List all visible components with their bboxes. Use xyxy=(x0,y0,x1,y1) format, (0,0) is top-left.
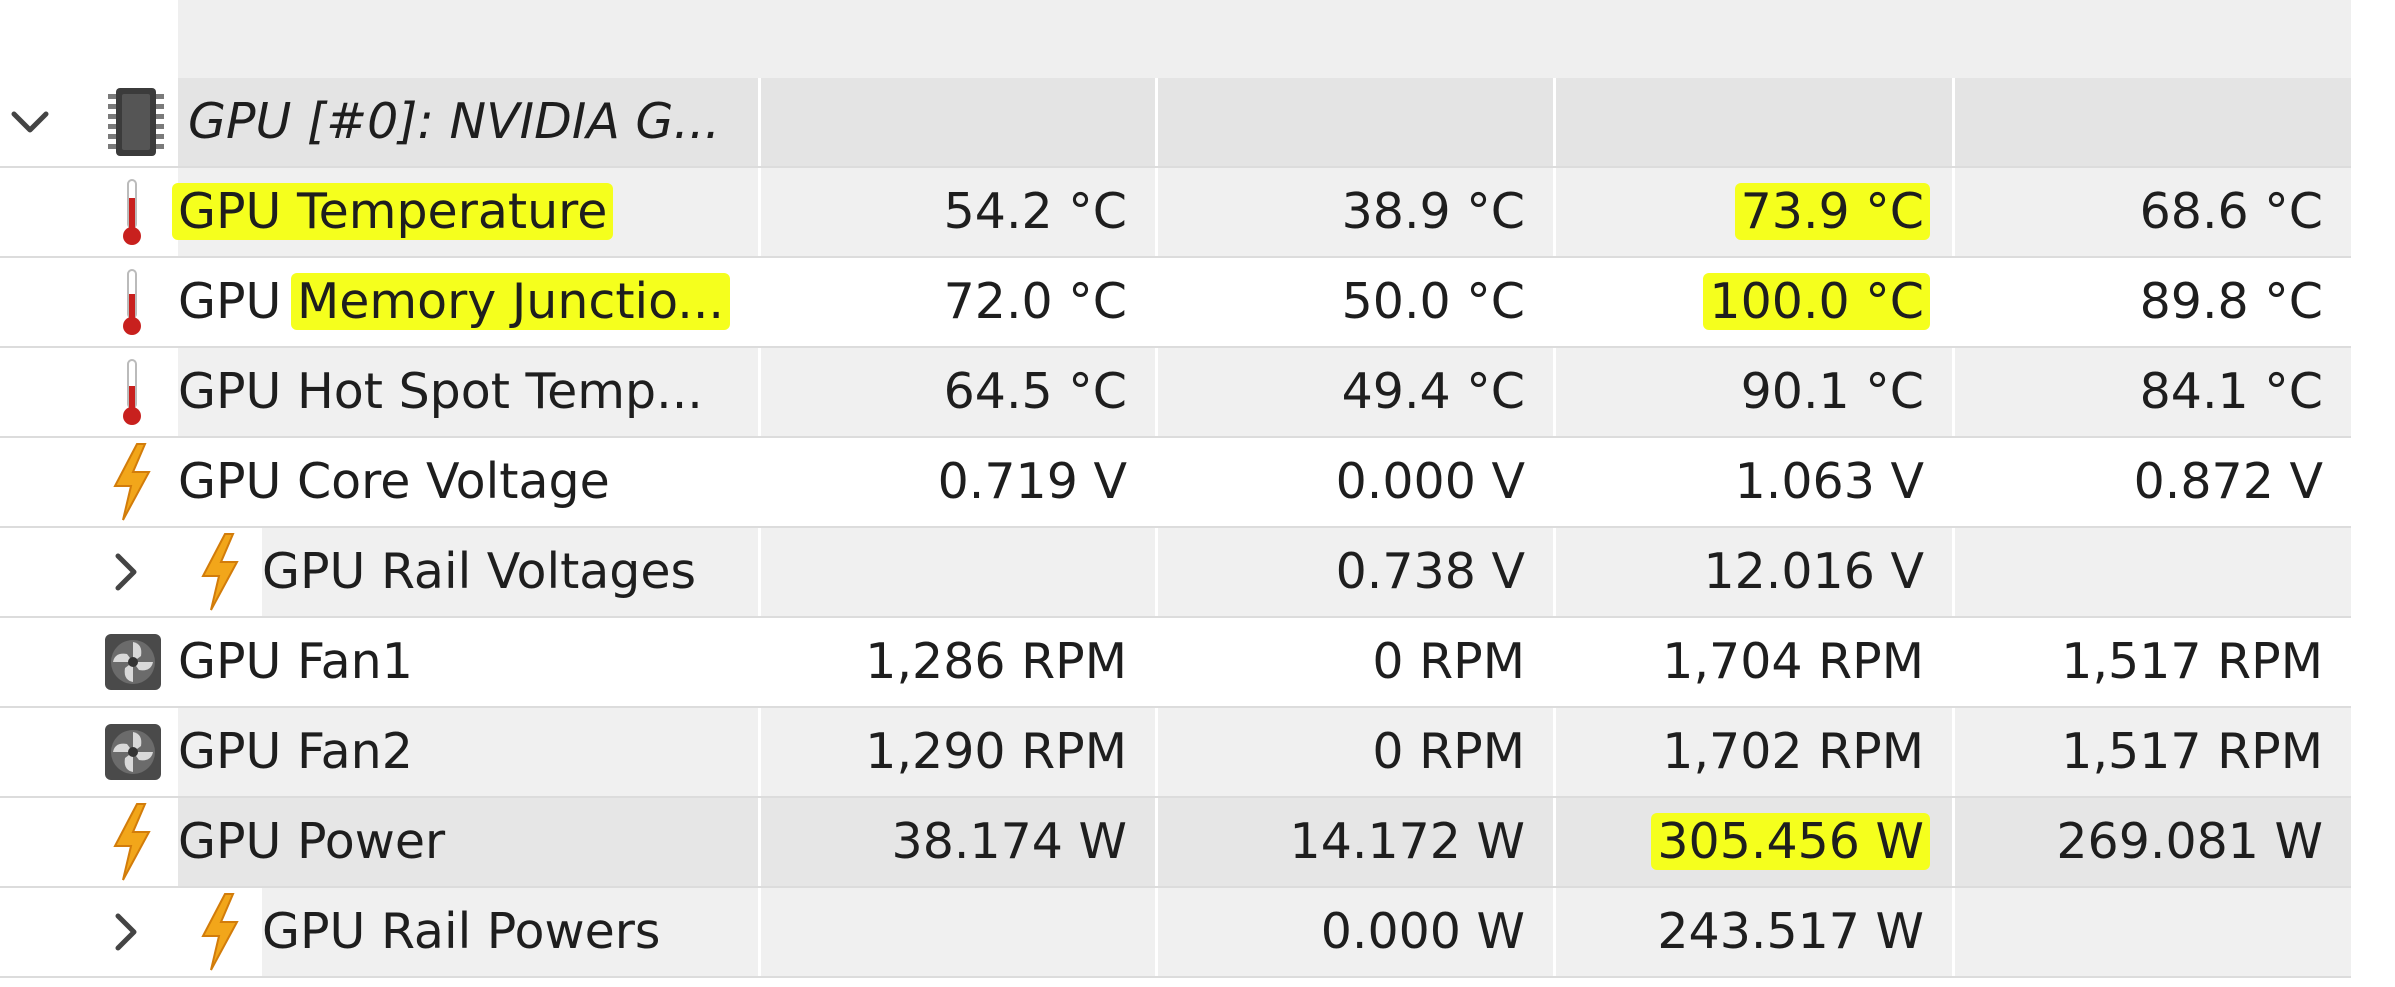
fan-icon xyxy=(100,618,166,706)
chevron-right-icon[interactable] xyxy=(96,528,156,616)
sensor-name: GPU Hot Spot Temp... xyxy=(178,348,758,436)
sensor-name: GPU Rail Powers xyxy=(262,888,758,976)
max-value: 1.063 V xyxy=(1553,438,1952,526)
sensor-name: GPU Power xyxy=(178,798,758,886)
fan-icon xyxy=(100,708,166,796)
sensor-row-gpu-rail-powers[interactable]: GPU Rail Powers 0.000 W 243.517 W xyxy=(0,888,2395,978)
thermometer-icon xyxy=(112,348,152,436)
min-value: 0 RPM xyxy=(1155,618,1553,706)
sensor-row-gpu-fan2[interactable]: GPU Fan2 1,290 RPM 0 RPM 1,702 RPM 1,517… xyxy=(0,708,2395,798)
highlight-mark: 305.456 W xyxy=(1651,813,1930,870)
current-value: 64.5 °C xyxy=(758,348,1155,436)
sensor-name: GPU Rail Voltages xyxy=(262,528,758,616)
current-value: 38.174 W xyxy=(758,798,1155,886)
lightning-icon xyxy=(104,798,160,886)
sensor-row-gpu-memory-junction[interactable]: GPU Memory Junctio... 72.0 °C 50.0 °C 10… xyxy=(0,258,2395,348)
sensor-name: GPU Temperature xyxy=(172,168,758,256)
highlight-mark: GPU Temperature xyxy=(172,183,614,240)
avg-value: 0.872 V xyxy=(1952,438,2351,526)
current-value: 1,286 RPM xyxy=(758,618,1155,706)
lightning-icon xyxy=(192,888,248,976)
chip-icon xyxy=(98,78,174,166)
group-cell-max xyxy=(1553,78,1952,166)
min-value: 0.000 V xyxy=(1155,438,1553,526)
max-value: 100.0 °C xyxy=(1553,258,1952,346)
avg-value xyxy=(1952,528,2351,616)
lightning-icon xyxy=(192,528,248,616)
avg-value: 84.1 °C xyxy=(1952,348,2351,436)
current-value: 72.0 °C xyxy=(758,258,1155,346)
min-value: 38.9 °C xyxy=(1155,168,1553,256)
thermometer-icon xyxy=(112,258,152,346)
avg-value: 89.8 °C xyxy=(1952,258,2351,346)
sensor-row-gpu-hot-spot[interactable]: GPU Hot Spot Temp... 64.5 °C 49.4 °C 90.… xyxy=(0,348,2395,438)
window-right-edge xyxy=(2351,0,2395,987)
sensor-name: GPU Fan2 xyxy=(178,708,758,796)
max-value: 305.456 W xyxy=(1553,798,1952,886)
avg-value xyxy=(1952,888,2351,976)
max-value: 1,704 RPM xyxy=(1553,618,1952,706)
min-value: 0 RPM xyxy=(1155,708,1553,796)
group-row-gpu[interactable]: GPU [#0]: NVIDIA G... xyxy=(0,78,2395,168)
max-value: 243.517 W xyxy=(1553,888,1952,976)
chevron-down-icon[interactable] xyxy=(0,78,60,166)
column-header-band xyxy=(178,0,2353,78)
min-value: 49.4 °C xyxy=(1155,348,1553,436)
sensor-row-gpu-fan1[interactable]: GPU Fan1 1,286 RPM 0 RPM 1,704 RPM 1,517… xyxy=(0,618,2395,708)
max-value: 12.016 V xyxy=(1553,528,1952,616)
sensor-name: GPU Core Voltage xyxy=(178,438,758,526)
thermometer-icon xyxy=(112,168,152,256)
highlight-mark: 73.9 °C xyxy=(1734,183,1930,240)
avg-value: 68.6 °C xyxy=(1952,168,2351,256)
avg-value: 269.081 W xyxy=(1952,798,2351,886)
max-value: 73.9 °C xyxy=(1553,168,1952,256)
sensor-name: GPU Memory Junctio... xyxy=(178,258,758,346)
group-cell-current xyxy=(758,78,1155,166)
highlight-mark: 100.0 °C xyxy=(1703,273,1930,330)
current-value: 54.2 °C xyxy=(758,168,1155,256)
min-value: 0.000 W xyxy=(1155,888,1553,976)
sensor-row-gpu-temperature[interactable]: GPU Temperature 54.2 °C 38.9 °C 73.9 °C … xyxy=(0,168,2395,258)
chevron-right-icon[interactable] xyxy=(96,888,156,976)
sensor-row-gpu-core-voltage[interactable]: GPU Core Voltage 0.719 V 0.000 V 1.063 V… xyxy=(0,438,2395,528)
max-value: 1,702 RPM xyxy=(1553,708,1952,796)
avg-value: 1,517 RPM xyxy=(1952,708,2351,796)
group-cell-min xyxy=(1155,78,1553,166)
lightning-icon xyxy=(104,438,160,526)
avg-value: 1,517 RPM xyxy=(1952,618,2351,706)
sensor-name: GPU Fan1 xyxy=(178,618,758,706)
group-label: GPU [#0]: NVIDIA G... xyxy=(178,78,758,166)
sensor-row-gpu-power[interactable]: GPU Power 38.174 W 14.172 W 305.456 W 26… xyxy=(0,798,2395,888)
sensor-table: GPU [#0]: NVIDIA G... GPU Temperature 54… xyxy=(0,78,2395,978)
min-value: 14.172 W xyxy=(1155,798,1553,886)
current-value xyxy=(758,528,1155,616)
current-value: 1,290 RPM xyxy=(758,708,1155,796)
group-cell-avg xyxy=(1952,78,2351,166)
sensor-window: GPU [#0]: NVIDIA G... GPU Temperature 54… xyxy=(0,0,2395,987)
min-value: 50.0 °C xyxy=(1155,258,1553,346)
sensor-name-prefix: GPU xyxy=(178,273,297,330)
sensor-row-gpu-rail-voltages[interactable]: GPU Rail Voltages 0.738 V 12.016 V xyxy=(0,528,2395,618)
min-value: 0.738 V xyxy=(1155,528,1553,616)
current-value: 0.719 V xyxy=(758,438,1155,526)
max-value: 90.1 °C xyxy=(1553,348,1952,436)
highlight-mark: Memory Junctio... xyxy=(290,273,730,330)
current-value xyxy=(758,888,1155,976)
